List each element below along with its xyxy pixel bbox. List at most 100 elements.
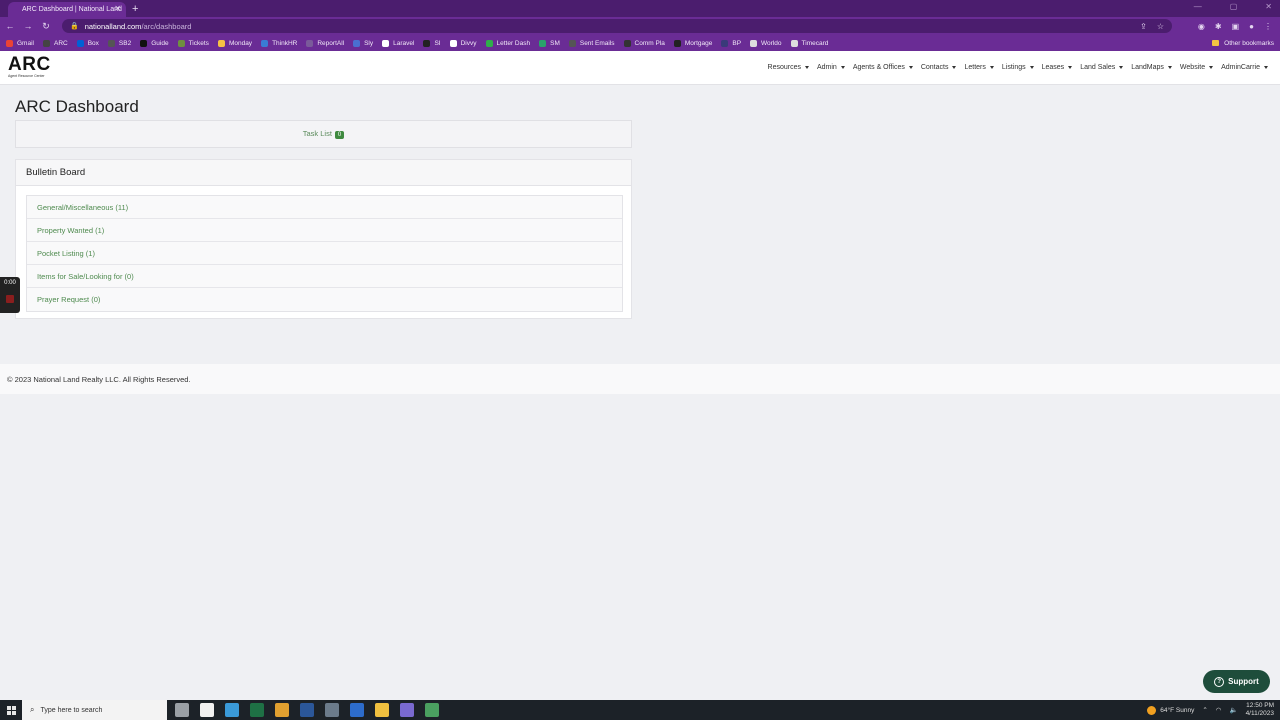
reload-icon[interactable]: ↻: [38, 21, 54, 32]
system-tray: 64°F Sunny ⌃ ◠ 🔈 12:50 PM 4/11/2023: [1147, 702, 1280, 718]
url-input[interactable]: 🔒 nationalland.com/arc/dashboard ⇪ ☆: [62, 19, 1172, 33]
nav-menu-land-sales[interactable]: Land Sales: [1080, 64, 1123, 71]
nav-menu-landmaps[interactable]: LandMaps: [1131, 64, 1172, 71]
task-list-link[interactable]: Task List 0: [302, 129, 345, 139]
bookmark-item[interactable]: Gmail: [6, 39, 34, 47]
sun-icon: [1147, 705, 1157, 715]
clock-time: 12:50 PM: [1246, 702, 1274, 709]
bookmark-label: ARC: [53, 39, 68, 47]
sidebar-icon[interactable]: ▣: [1232, 22, 1240, 31]
file-explorer-icon[interactable]: [375, 703, 389, 717]
bulletin-category-link[interactable]: General/Miscellaneous (11): [27, 196, 622, 219]
nav-menu-listings[interactable]: Listings: [1002, 64, 1034, 71]
taskbar-search-input[interactable]: ⌕ Type here to search: [22, 700, 167, 720]
close-tab-icon[interactable]: ✕: [114, 4, 121, 13]
nav-menu-resources[interactable]: Resources: [768, 64, 809, 71]
bookmark-item[interactable]: BP: [721, 39, 741, 47]
forward-icon[interactable]: →: [20, 21, 36, 31]
bulletin-category-link[interactable]: Property Wanted (1): [27, 219, 622, 242]
bookmark-favicon-icon: [673, 39, 681, 47]
start-button[interactable]: [0, 700, 22, 720]
bookmark-item[interactable]: SM: [539, 39, 560, 47]
bookmark-item[interactable]: ARC: [42, 39, 68, 47]
bookmark-favicon-icon: [721, 39, 729, 47]
bookmark-item[interactable]: SB2: [107, 39, 131, 47]
clock[interactable]: 12:50 PM 4/11/2023: [1246, 702, 1274, 718]
bookmark-item[interactable]: Mortgage: [673, 39, 712, 47]
folder-icon: [1212, 40, 1220, 46]
menu-kebab-icon[interactable]: ⋮: [1264, 22, 1272, 31]
bulletin-category-link[interactable]: Items for Sale/Looking for (0): [27, 265, 622, 288]
bookmark-item[interactable]: SI: [423, 39, 441, 47]
bookmark-item[interactable]: Laravel: [382, 39, 414, 47]
browser-edge-icon[interactable]: [225, 703, 239, 717]
bookmarks-bar: Gmail ARC Box SB2 Guide Tickets Monday ThinkHR R…: [0, 35, 1280, 51]
stop-recording-icon[interactable]: [6, 295, 14, 303]
nav-menu-agents-offices[interactable]: Agents & Offices: [853, 64, 913, 71]
bookmark-favicon-icon: [261, 39, 269, 47]
bookmark-favicon-icon: [140, 39, 148, 47]
tray-chevron-icon[interactable]: ⌃: [1202, 706, 1207, 714]
bookmark-label: ThinkHR: [272, 39, 298, 47]
bookmark-favicon-icon: [382, 39, 390, 47]
bookmark-item[interactable]: Timecard: [790, 39, 828, 47]
volume-icon[interactable]: 🔈: [1229, 706, 1237, 714]
url-host: nationalland.com: [84, 21, 142, 31]
browser-tab[interactable]: ARC Dashboard | National Land ✕: [8, 2, 126, 17]
lock-icon[interactable]: 🔒: [70, 22, 79, 30]
calculator-icon[interactable]: [325, 703, 339, 717]
bookmark-item[interactable]: Comm Pla: [623, 39, 665, 47]
weather-widget[interactable]: 64°F Sunny: [1147, 705, 1194, 715]
bookmark-favicon-icon: [539, 39, 547, 47]
bookmark-item[interactable]: ThinkHR: [261, 39, 298, 47]
bookmark-label: Comm Pla: [634, 39, 665, 47]
close-window-icon[interactable]: ✕: [1265, 2, 1272, 11]
site-navbar: ARC Agent Resource Center Resources Admin…: [0, 51, 1280, 85]
nav-menu-letters[interactable]: Letters: [964, 64, 993, 71]
maximize-icon[interactable]: ▢: [1230, 2, 1238, 11]
new-tab-button[interactable]: +: [132, 2, 138, 17]
bookmark-item[interactable]: Sly: [353, 39, 373, 47]
logo-text: ARC: [8, 53, 51, 75]
word-icon[interactable]: [300, 703, 314, 717]
nav-menu-contacts[interactable]: Contacts: [921, 64, 957, 71]
network-icon[interactable]: ◠: [1216, 706, 1222, 714]
zoom-icon[interactable]: [350, 703, 364, 717]
file-explorer-doc-icon[interactable]: [200, 703, 214, 717]
bookmark-star-icon[interactable]: ☆: [1157, 22, 1164, 31]
app-purple-icon[interactable]: [400, 703, 414, 717]
bookmark-item[interactable]: ReportAll: [306, 39, 344, 47]
arc-logo[interactable]: ARC Agent Resource Center: [8, 55, 56, 81]
other-bookmarks[interactable]: Other bookmarks: [1212, 40, 1274, 47]
nav-menu-leases[interactable]: Leases: [1042, 64, 1073, 71]
bookmark-item[interactable]: Worldo: [750, 39, 782, 47]
bookmark-item[interactable]: Sent Emails: [568, 39, 615, 47]
nav-menu-admin[interactable]: Admin: [817, 64, 845, 71]
taskbar-apps: [175, 703, 439, 717]
app-green-icon[interactable]: [425, 703, 439, 717]
nav-menu-website[interactable]: Website: [1180, 64, 1213, 71]
extension-icon[interactable]: ◉: [1198, 22, 1205, 31]
profile-avatar-icon[interactable]: ●: [1249, 22, 1254, 31]
back-icon[interactable]: ←: [2, 21, 18, 31]
puzzle-icon[interactable]: ✱: [1215, 22, 1222, 31]
bookmark-item[interactable]: Guide: [140, 39, 169, 47]
bookmark-item[interactable]: Divvy: [449, 39, 477, 47]
nav-menu-admincarrie[interactable]: AdminCarrie: [1221, 64, 1268, 71]
task-list-label: Task List: [302, 129, 332, 139]
task-view-icon[interactable]: [175, 703, 189, 717]
share-icon[interactable]: ⇪: [1140, 22, 1147, 31]
excel-icon[interactable]: [250, 703, 264, 717]
bookmark-item[interactable]: Tickets: [177, 39, 209, 47]
address-bar-row: ← → ↻ 🔒 nationalland.com/arc/dashboard ⇪…: [0, 17, 1280, 35]
bookmark-item[interactable]: Box: [76, 39, 99, 47]
bookmark-item[interactable]: Monday: [217, 39, 252, 47]
minimize-icon[interactable]: —: [1194, 2, 1202, 11]
bulletin-category-link[interactable]: Pocket Listing (1): [27, 242, 622, 265]
chrome-icon[interactable]: [275, 703, 289, 717]
windows-logo-icon: [6, 705, 16, 715]
bulletin-category-link[interactable]: Prayer Request (0): [27, 288, 622, 311]
bulletin-board-card: Bulletin Board General/Miscellaneous (11…: [15, 159, 632, 319]
bookmark-item[interactable]: Letter Dash: [485, 39, 530, 47]
support-button[interactable]: ? Support: [1203, 670, 1270, 693]
